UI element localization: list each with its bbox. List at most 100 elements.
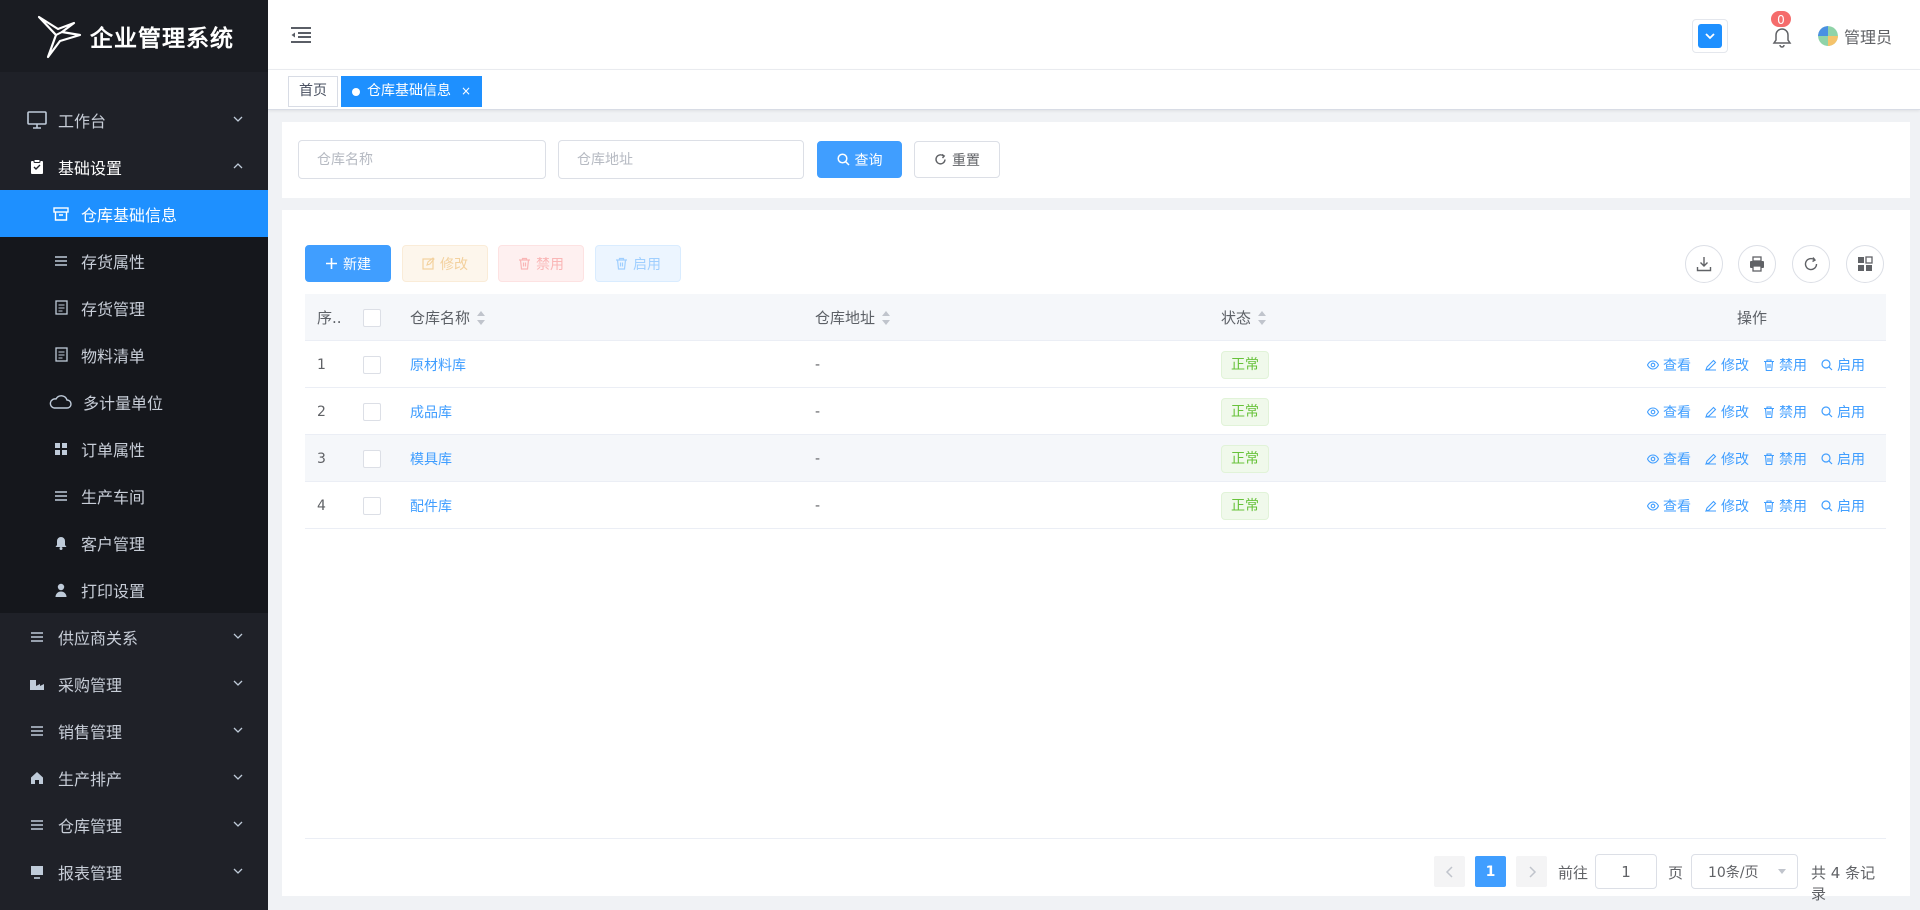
sidebar-item-label: 存货管理 bbox=[81, 299, 146, 319]
row-checkbox[interactable] bbox=[363, 402, 381, 421]
edit-action[interactable]: 修改 bbox=[1705, 449, 1749, 469]
sidebar-item-label: 客户管理 bbox=[81, 534, 146, 554]
status-badge: 正常 bbox=[1221, 397, 1269, 426]
column-header-address[interactable]: 仓库地址 bbox=[815, 294, 891, 341]
sidebar-item-label: 订单属性 bbox=[81, 440, 146, 460]
trash-icon bbox=[1764, 358, 1774, 371]
sort-icon[interactable] bbox=[1257, 309, 1267, 327]
tab-warehouse-info[interactable]: 仓库基础信息 × bbox=[341, 76, 483, 107]
prev-page-button[interactable] bbox=[1434, 856, 1465, 887]
sidebar-item-print-settings[interactable]: 打印设置 bbox=[0, 566, 268, 613]
cell-name-link[interactable]: 配件库 bbox=[410, 496, 452, 516]
chevron-down-icon bbox=[233, 680, 243, 686]
column-header-index: 序.. bbox=[317, 309, 342, 327]
cell-name-link[interactable]: 模具库 bbox=[410, 449, 452, 469]
user-menu[interactable]: 管理员 bbox=[1818, 24, 1892, 48]
column-header-label: 状态 bbox=[1221, 309, 1252, 327]
tab-home[interactable]: 首页 bbox=[288, 76, 338, 107]
row-checkbox[interactable] bbox=[363, 449, 381, 468]
refresh-button[interactable] bbox=[1792, 245, 1830, 283]
sidebar-item-reports[interactable]: 报表管理 bbox=[0, 848, 268, 895]
sidebar-item-multi-unit[interactable]: 多计量单位 bbox=[0, 378, 268, 425]
query-button[interactable]: 查询 bbox=[817, 141, 902, 178]
row-actions: 查看 修改 禁用 启用 bbox=[1515, 482, 1865, 529]
enable-action[interactable]: 启用 bbox=[1821, 449, 1865, 469]
column-header-name[interactable]: 仓库名称 bbox=[410, 294, 486, 341]
sidebar-item-label: 工作台 bbox=[58, 111, 107, 131]
view-action[interactable]: 查看 bbox=[1647, 496, 1691, 516]
app-logo[interactable]: 企业管理系统 bbox=[0, 0, 268, 72]
enable-action[interactable]: 启用 bbox=[1821, 355, 1865, 375]
sidebar-item-customers[interactable]: 客户管理 bbox=[0, 519, 268, 566]
new-button[interactable]: 新建 bbox=[305, 245, 391, 282]
notification-bell-icon[interactable] bbox=[1772, 26, 1792, 48]
edit-action[interactable]: 修改 bbox=[1705, 496, 1749, 516]
print-button[interactable] bbox=[1738, 245, 1776, 283]
sidebar-item-suppliers[interactable]: 供应商关系 bbox=[0, 613, 268, 660]
view-action[interactable]: 查看 bbox=[1647, 355, 1691, 375]
sidebar-item-warehouse-info[interactable]: 仓库基础信息 bbox=[0, 190, 268, 237]
disable-action[interactable]: 禁用 bbox=[1763, 449, 1807, 469]
column-header-label: 仓库地址 bbox=[815, 309, 876, 327]
columns-button[interactable] bbox=[1846, 245, 1884, 283]
sidebar-item-label: 采购管理 bbox=[58, 675, 123, 695]
enable-action[interactable]: 启用 bbox=[1821, 496, 1865, 516]
edit-button[interactable]: 修改 bbox=[402, 245, 488, 282]
sidebar-item-bom[interactable]: 物料清单 bbox=[0, 331, 268, 378]
disable-action[interactable]: 禁用 bbox=[1763, 355, 1807, 375]
warehouse-address-input[interactable] bbox=[558, 140, 804, 179]
sort-icon[interactable] bbox=[881, 309, 891, 327]
sidebar-item-purchasing[interactable]: 采购管理 bbox=[0, 660, 268, 707]
chevron-down-icon bbox=[233, 116, 243, 122]
edit-action[interactable]: 修改 bbox=[1705, 355, 1749, 375]
sidebar-item-warehouse-management[interactable]: 仓库管理 bbox=[0, 801, 268, 848]
row-checkbox[interactable] bbox=[363, 355, 381, 374]
warehouse-name-input[interactable] bbox=[298, 140, 546, 179]
row-checkbox[interactable] bbox=[363, 496, 381, 515]
sidebar-item-order-attributes[interactable]: 订单属性 bbox=[0, 425, 268, 472]
sidebar: 企业管理系统 工作台 基础设置 仓库基础信息 存货属性 存货管理 物料清单 多计… bbox=[0, 0, 268, 910]
sidebar-item-sales[interactable]: 销售管理 bbox=[0, 707, 268, 754]
page-number-button[interactable]: 1 bbox=[1475, 856, 1506, 887]
disable-action[interactable]: 禁用 bbox=[1763, 496, 1807, 516]
disable-label: 禁用 bbox=[1779, 451, 1807, 468]
sort-icon[interactable] bbox=[476, 309, 486, 327]
sidebar-item-workbench[interactable]: 工作台 bbox=[0, 96, 268, 143]
header-dropdown-button[interactable] bbox=[1692, 19, 1728, 53]
disable-label: 禁用 bbox=[536, 256, 564, 273]
column-header-status[interactable]: 状态 bbox=[1221, 294, 1267, 341]
reset-button[interactable]: 重置 bbox=[914, 141, 1000, 178]
cell-address: - bbox=[815, 450, 821, 467]
active-dot-icon bbox=[352, 87, 360, 96]
new-label: 新建 bbox=[343, 256, 371, 273]
view-action[interactable]: 查看 bbox=[1647, 402, 1691, 422]
export-button[interactable] bbox=[1685, 245, 1723, 283]
search-icon bbox=[1821, 452, 1833, 464]
next-page-button[interactable] bbox=[1516, 856, 1547, 887]
enable-action[interactable]: 启用 bbox=[1821, 402, 1865, 422]
tab-close-icon[interactable]: × bbox=[461, 77, 471, 106]
sidebar-item-basic-settings[interactable]: 基础设置 bbox=[0, 143, 268, 190]
disable-button[interactable]: 禁用 bbox=[498, 245, 584, 282]
eye-icon bbox=[1647, 359, 1659, 370]
edit-action[interactable]: 修改 bbox=[1705, 402, 1749, 422]
cell-name-link[interactable]: 原材料库 bbox=[410, 355, 466, 375]
chevron-down-icon bbox=[233, 821, 243, 827]
page-unit-label: 页 bbox=[1668, 864, 1684, 882]
select-all-checkbox[interactable] bbox=[363, 308, 381, 327]
cell-address: - bbox=[815, 356, 821, 373]
sidebar-item-inventory-management[interactable]: 存货管理 bbox=[0, 284, 268, 331]
page-size-select[interactable]: 10条/页 bbox=[1691, 854, 1798, 889]
sidebar-item-workshop[interactable]: 生产车间 bbox=[0, 472, 268, 519]
disable-action[interactable]: 禁用 bbox=[1763, 402, 1807, 422]
sidebar-item-production-scheduling[interactable]: 生产排产 bbox=[0, 754, 268, 801]
menu-collapse-icon[interactable] bbox=[290, 26, 312, 44]
enable-button[interactable]: 启用 bbox=[595, 245, 681, 282]
view-action[interactable]: 查看 bbox=[1647, 449, 1691, 469]
cell-name-link[interactable]: 成品库 bbox=[410, 402, 452, 422]
sidebar-item-inventory-attributes[interactable]: 存货属性 bbox=[0, 237, 268, 284]
user-name: 管理员 bbox=[1844, 28, 1893, 47]
sidebar-menu: 工作台 基础设置 仓库基础信息 存货属性 存货管理 物料清单 多计量单位 订单属… bbox=[0, 72, 268, 895]
goto-page-input[interactable] bbox=[1595, 854, 1657, 889]
app-title: 企业管理系统 bbox=[90, 26, 234, 52]
